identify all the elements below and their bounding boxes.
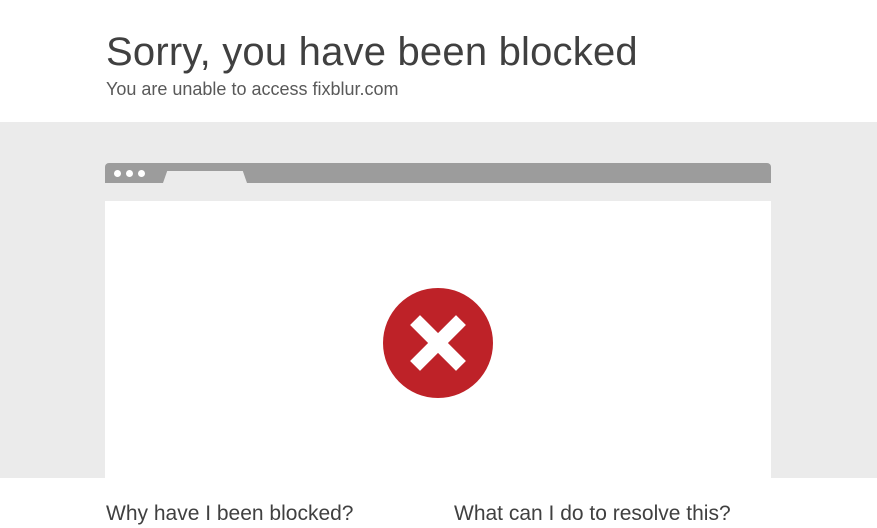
browser-window-body — [105, 201, 771, 478]
window-dot-icon — [114, 170, 121, 177]
blocked-page: Sorry, you have been blocked You are una… — [0, 0, 877, 528]
window-dot-icon — [126, 170, 133, 177]
resolve-heading: What can I do to resolve this? — [454, 502, 731, 525]
why-blocked-heading: Why have I been blocked? — [106, 502, 354, 525]
page-title: Sorry, you have been blocked — [106, 30, 638, 74]
browser-tab — [163, 171, 247, 183]
browser-window-bar — [105, 163, 771, 183]
browser-toolbar-gap — [105, 183, 771, 201]
error-x-circle-icon — [383, 288, 493, 398]
page-subtitle: You are unable to access fixblur.com — [106, 79, 399, 99]
info-sections: Why have I been blocked? What can I do t… — [0, 478, 877, 528]
page-header: Sorry, you have been blocked You are una… — [0, 0, 877, 122]
window-dot-icon — [138, 170, 145, 177]
